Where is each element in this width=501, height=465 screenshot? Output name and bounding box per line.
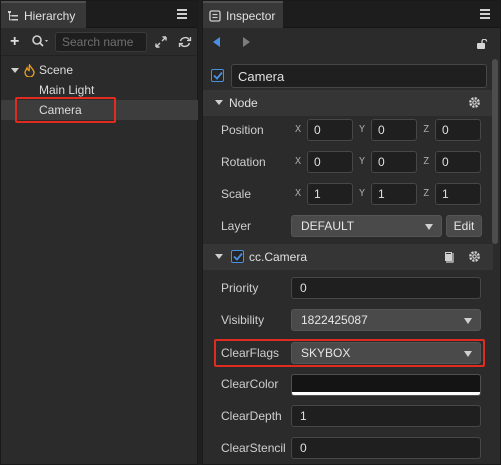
clear-color-swatch[interactable] — [291, 374, 481, 396]
position-z-input[interactable] — [435, 119, 481, 141]
tree-item-camera[interactable]: Camera — [1, 100, 198, 120]
chevron-down-icon — [425, 224, 433, 230]
visibility-row: Visibility 1822425087 — [203, 306, 493, 334]
rotation-y-input[interactable] — [371, 151, 417, 173]
lock-icon[interactable] — [476, 38, 488, 52]
layer-row: Layer DEFAULT Edit — [203, 212, 493, 240]
tree-item-label: Camera — [39, 103, 82, 117]
inspector-scrollbar[interactable] — [492, 59, 498, 244]
camera-enabled-checkbox[interactable] — [231, 250, 244, 263]
axis-x-label: X — [295, 188, 302, 199]
hierarchy-icon — [7, 10, 19, 22]
clear-flags-select[interactable]: SKYBOX — [291, 342, 481, 364]
chevron-down-icon — [464, 351, 472, 357]
clear-color-label: ClearColor — [221, 377, 279, 391]
clear-flags-select-value: SKYBOX — [301, 346, 351, 360]
position-row: Position X Y Z — [203, 116, 493, 144]
inspector-menu-icon[interactable] — [480, 9, 490, 19]
tree-item-scene[interactable]: Scene — [1, 60, 198, 80]
visibility-select[interactable]: 1822425087 — [291, 309, 481, 331]
inspector-tabbar: Inspector — [203, 1, 500, 28]
scale-row: Scale X Y Z — [203, 180, 493, 208]
priority-row: Priority — [203, 274, 493, 302]
visibility-label: Visibility — [221, 313, 265, 327]
layer-select-value: DEFAULT — [301, 219, 355, 233]
rotation-row: Rotation X Y Z — [203, 148, 493, 176]
hierarchy-toolbar: + — [1, 28, 197, 56]
scale-label: Scale — [221, 187, 252, 201]
search-icon[interactable] — [31, 34, 51, 51]
inspector-icon — [209, 9, 221, 22]
axis-y-label: Y — [359, 156, 366, 167]
gear-icon[interactable] — [468, 250, 481, 266]
hierarchy-panel: Hierarchy + Scene Main Light Camera — [0, 0, 198, 465]
rotation-x-input[interactable] — [307, 151, 353, 173]
forward-icon[interactable] — [243, 37, 250, 47]
rotation-z-input[interactable] — [435, 151, 481, 173]
axis-x-label: X — [295, 156, 302, 167]
layer-select[interactable]: DEFAULT — [291, 215, 442, 237]
axis-y-label: Y — [359, 124, 366, 135]
visibility-select-value: 1822425087 — [301, 313, 368, 327]
clear-stencil-row: ClearStencil — [203, 434, 493, 462]
clear-color-row: ClearColor — [203, 370, 493, 398]
inspector-panel: Inspector Node Position X Y Z Rot — [202, 0, 501, 465]
layer-label: Layer — [221, 219, 252, 233]
refresh-icon[interactable] — [178, 35, 192, 52]
camera-section-header[interactable]: cc.Camera — [203, 244, 493, 270]
tab-hierarchy[interactable]: Hierarchy — [1, 1, 86, 28]
gear-icon[interactable] — [468, 96, 481, 112]
book-icon[interactable] — [443, 250, 455, 266]
chevron-down-icon[interactable] — [11, 67, 19, 73]
clear-flags-label: ClearFlags — [221, 346, 280, 360]
clear-depth-label: ClearDepth — [221, 409, 282, 423]
scale-y-input[interactable] — [371, 183, 417, 205]
camera-section-title: cc.Camera — [249, 250, 308, 264]
rotation-label: Rotation — [221, 155, 266, 169]
node-name-row — [203, 62, 493, 90]
clear-stencil-input[interactable] — [291, 437, 481, 459]
node-name-input[interactable] — [231, 64, 487, 88]
position-label: Position — [221, 123, 264, 137]
hierarchy-menu-icon[interactable] — [177, 9, 187, 19]
hierarchy-tabbar: Hierarchy — [1, 1, 197, 28]
clear-flags-row: ClearFlags SKYBOX — [203, 339, 493, 367]
clear-color-alpha-bar — [292, 392, 480, 395]
position-x-input[interactable] — [307, 119, 353, 141]
axis-x-label: X — [295, 124, 302, 135]
axis-z-label: Z — [423, 124, 430, 135]
chevron-down-icon — [464, 318, 472, 324]
node-section-title: Node — [229, 96, 258, 110]
inspector-toolbar — [203, 28, 500, 55]
clear-depth-row: ClearDepth — [203, 402, 493, 430]
position-y-input[interactable] — [371, 119, 417, 141]
layer-edit-button[interactable]: Edit — [446, 215, 482, 237]
clear-depth-input[interactable] — [291, 405, 481, 427]
tab-inspector[interactable]: Inspector — [203, 1, 283, 28]
chevron-down-icon[interactable] — [215, 254, 223, 259]
axis-z-label: Z — [423, 188, 430, 199]
tab-hierarchy-label: Hierarchy — [24, 8, 76, 23]
plus-icon[interactable]: + — [10, 34, 19, 50]
scale-x-input[interactable] — [307, 183, 353, 205]
axis-y-label: Y — [359, 188, 366, 199]
back-icon[interactable] — [213, 37, 220, 47]
tree-item-label: Scene — [39, 63, 74, 77]
scene-icon — [24, 63, 35, 77]
tab-inspector-label: Inspector — [226, 8, 276, 23]
priority-label: Priority — [221, 281, 259, 295]
priority-input[interactable] — [291, 277, 481, 299]
scale-z-input[interactable] — [435, 183, 481, 205]
tree-item-main-light[interactable]: Main Light — [1, 80, 198, 100]
node-active-checkbox[interactable] — [211, 69, 224, 82]
node-section-header[interactable]: Node — [203, 90, 493, 116]
chevron-down-icon[interactable] — [215, 100, 223, 105]
axis-z-label: Z — [423, 156, 430, 167]
expand-icon[interactable] — [154, 35, 168, 52]
search-input[interactable] — [55, 32, 147, 52]
tree-item-label: Main Light — [39, 83, 95, 97]
clear-stencil-label: ClearStencil — [221, 441, 286, 455]
